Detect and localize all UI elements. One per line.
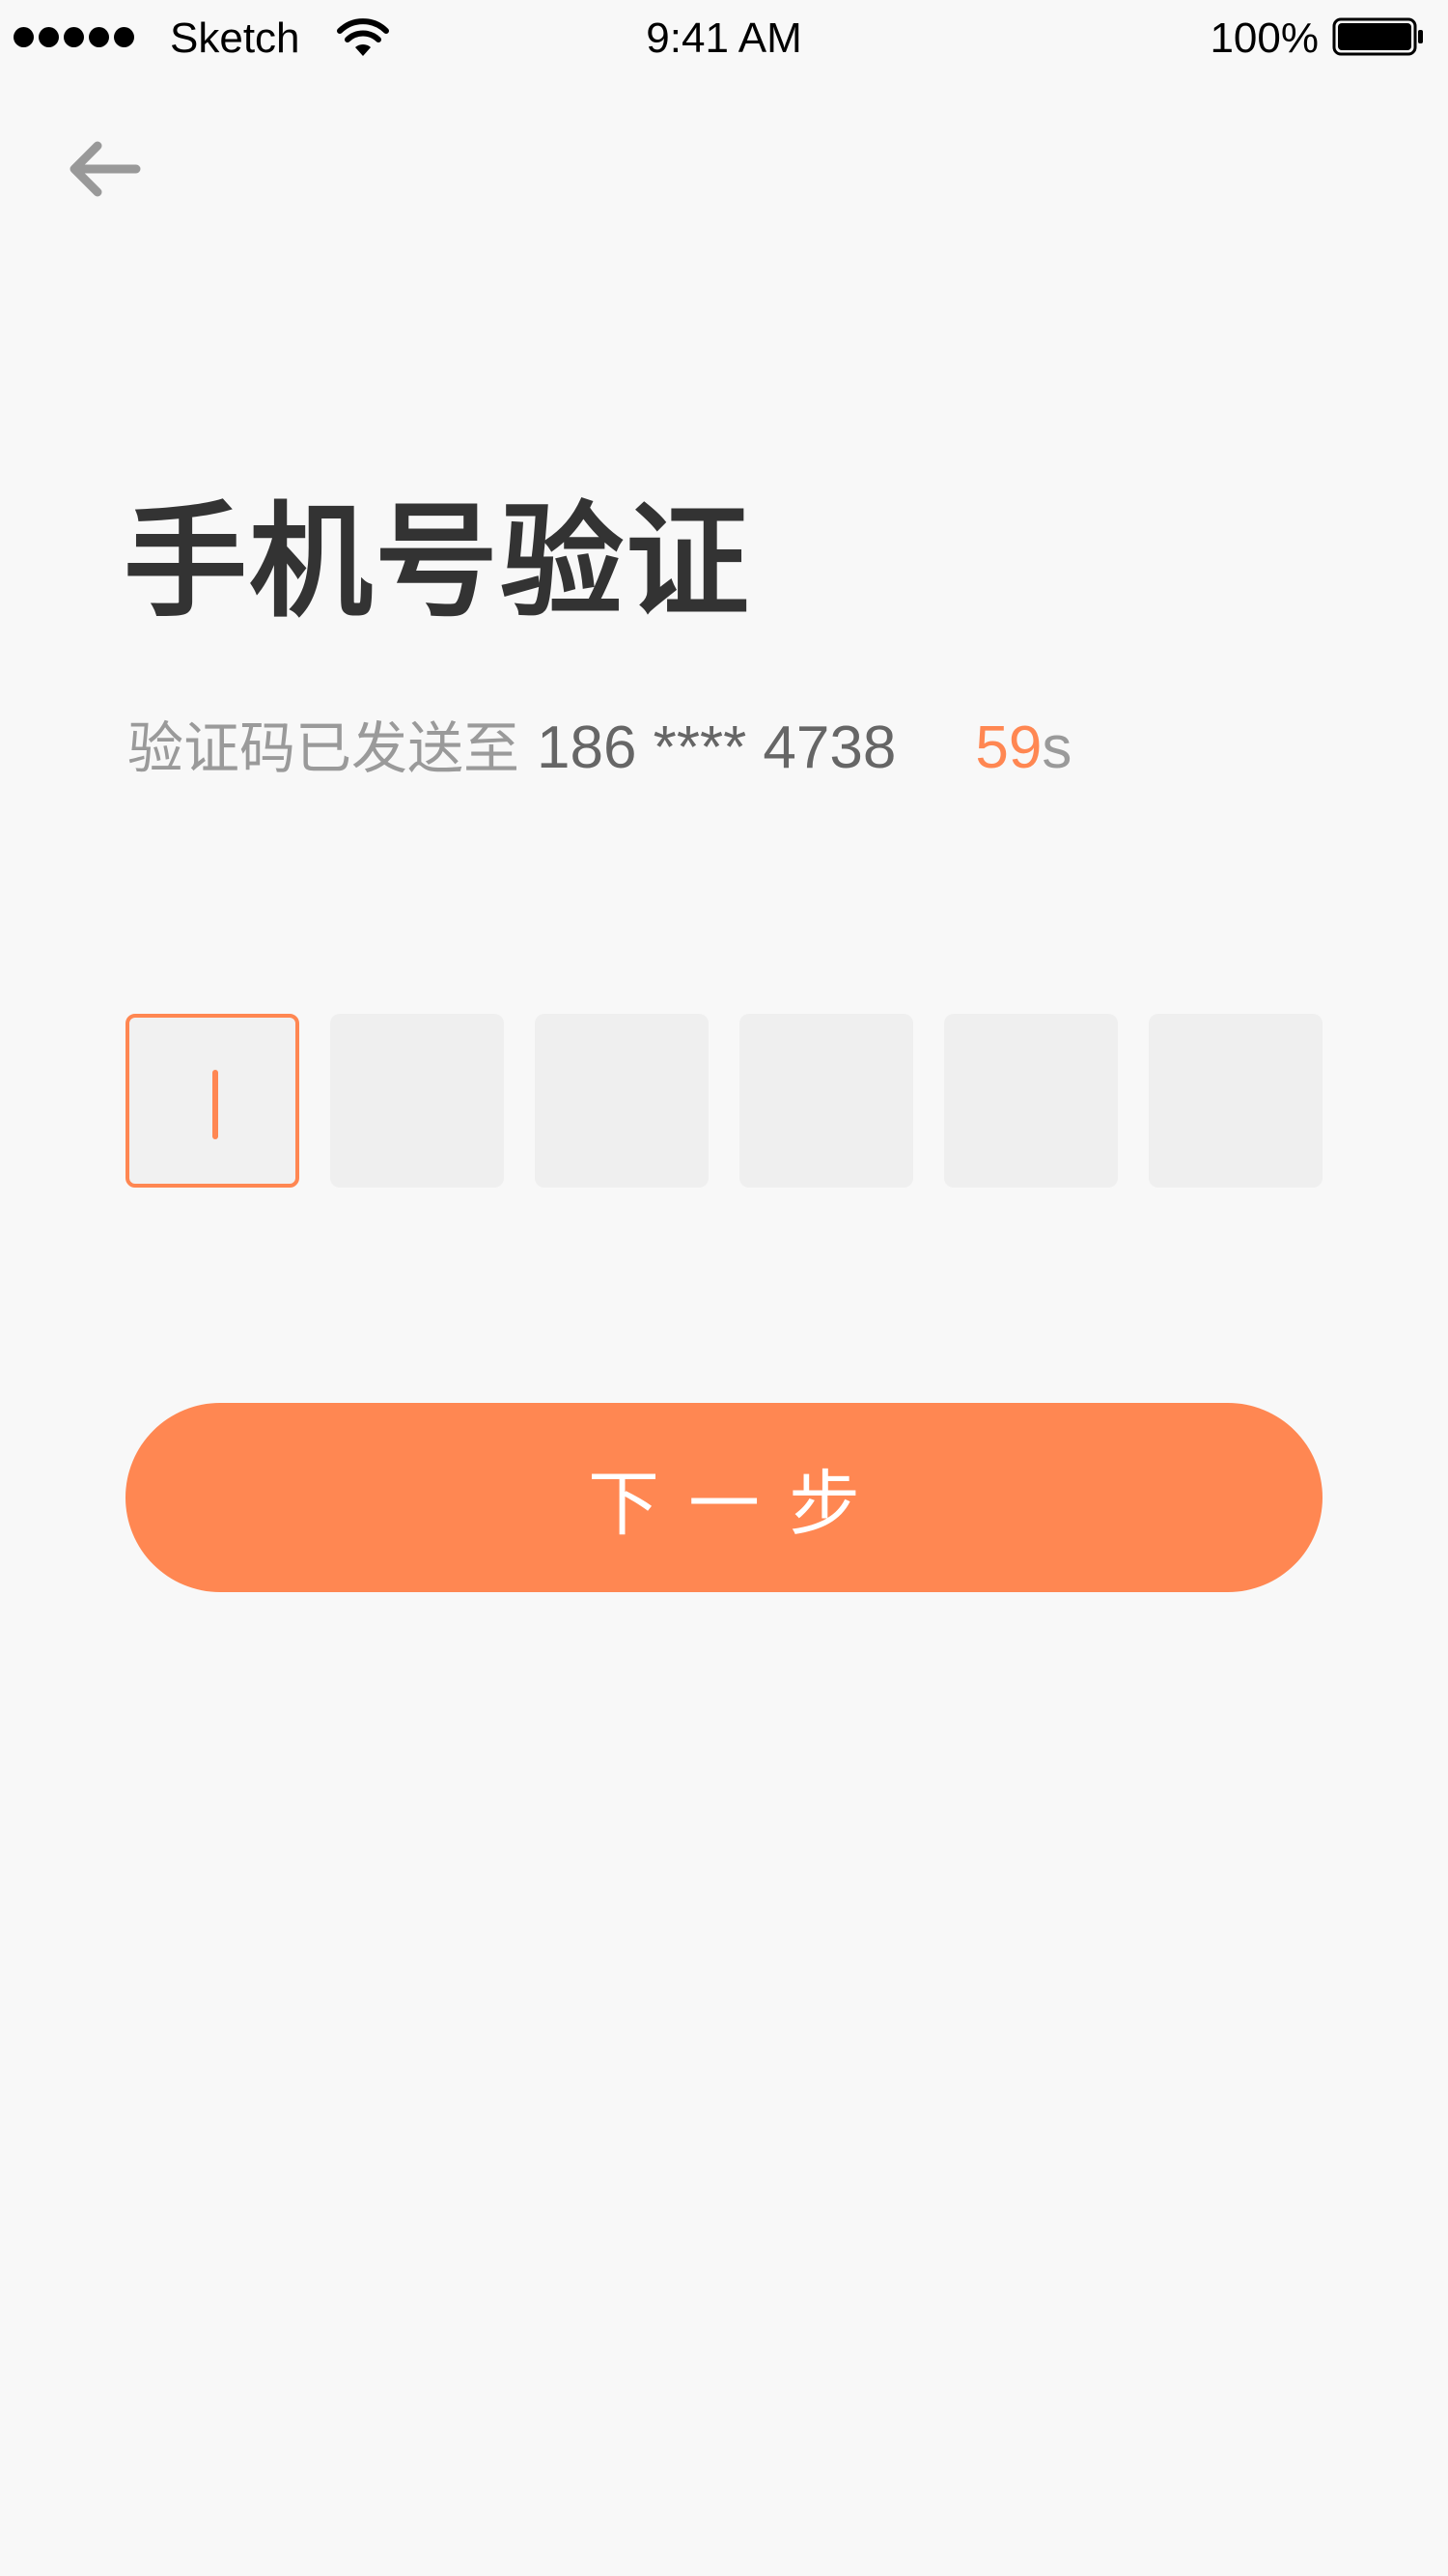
code-digit-box[interactable] (739, 1014, 913, 1188)
page-title: 手机号验证 (124, 490, 752, 634)
countdown-unit: s (1042, 714, 1072, 781)
resend-countdown: 59s (975, 714, 1072, 782)
code-digit-box[interactable] (944, 1014, 1118, 1188)
battery-percent: 100% (1210, 14, 1319, 62)
battery-icon (1332, 17, 1423, 56)
code-digit-box[interactable] (535, 1014, 709, 1188)
text-cursor (212, 1070, 218, 1139)
sent-to-label: 验证码已发送至 (127, 715, 520, 781)
code-digit-box[interactable] (1149, 1014, 1323, 1188)
back-arrow-icon (70, 141, 141, 197)
status-bar: Sketch 9:41 AM 100% (0, 0, 1448, 77)
next-button[interactable]: 下一步 (125, 1403, 1323, 1592)
verification-code-input[interactable] (125, 1014, 1323, 1188)
code-digit-box[interactable] (125, 1014, 299, 1188)
verification-info: 验证码已发送至 186 **** 4738 59s (127, 703, 1072, 782)
phone-number: 186 **** 4738 (537, 714, 897, 781)
back-button[interactable] (50, 126, 156, 212)
code-digit-box[interactable] (330, 1014, 504, 1188)
next-button-label: 下一步 (588, 1462, 889, 1546)
countdown-value: 59 (975, 714, 1043, 781)
